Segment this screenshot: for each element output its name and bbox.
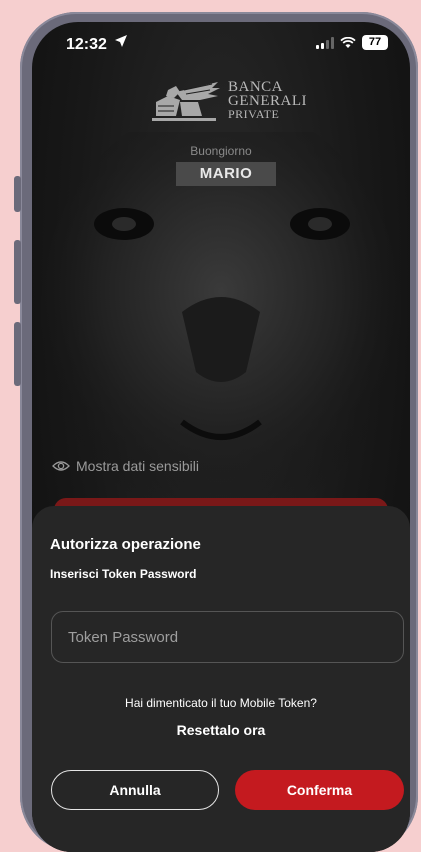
brand-name: BANCA GENERALI PRIVATE xyxy=(228,78,307,121)
winged-lion-logo xyxy=(152,82,220,121)
cancel-button[interactable]: Annulla xyxy=(51,770,219,810)
lion-background-image xyxy=(41,132,401,522)
eye-icon xyxy=(52,461,70,471)
show-sensitive-data-toggle[interactable]: Mostra dati sensibili xyxy=(52,458,199,474)
wifi-icon xyxy=(340,36,356,48)
volume-up-button xyxy=(14,240,21,304)
cellular-signal-icon xyxy=(316,36,334,49)
sheet-subtitle: Inserisci Token Password xyxy=(50,567,197,581)
show-sensitive-data-label: Mostra dati sensibili xyxy=(76,458,199,474)
volume-down-button xyxy=(14,322,21,386)
battery-icon: 77 xyxy=(362,35,388,50)
brand-line-2: GENERALI xyxy=(228,92,307,109)
status-indicators: 77 xyxy=(316,35,388,50)
location-arrow-icon xyxy=(115,35,127,47)
brand-line-1: BANCA xyxy=(228,78,284,95)
sheet-title: Autorizza operazione xyxy=(50,536,201,553)
forgot-token-text: Hai dimenticato il tuo Mobile Token? xyxy=(125,696,317,710)
reset-token-link[interactable]: Resettalo ora xyxy=(32,722,410,738)
greeting-text: Buongiorno xyxy=(190,144,252,158)
authorize-operation-sheet: Autorizza operazione Inserisci Token Pas… xyxy=(32,506,410,852)
confirm-button[interactable]: Conferma xyxy=(235,770,404,810)
status-bar: 12:32 77 xyxy=(32,22,410,66)
phone-screen: 12:32 77 BANCA GENERALI PRIVATE Buongior… xyxy=(32,22,410,852)
user-name: MARIO xyxy=(176,162,276,186)
mute-switch xyxy=(14,176,21,212)
status-time: 12:32 xyxy=(66,36,107,53)
token-password-input[interactable] xyxy=(51,611,404,663)
brand-line-3: PRIVATE xyxy=(228,106,280,121)
brand-logo: BANCA GENERALI PRIVATE xyxy=(146,78,307,122)
